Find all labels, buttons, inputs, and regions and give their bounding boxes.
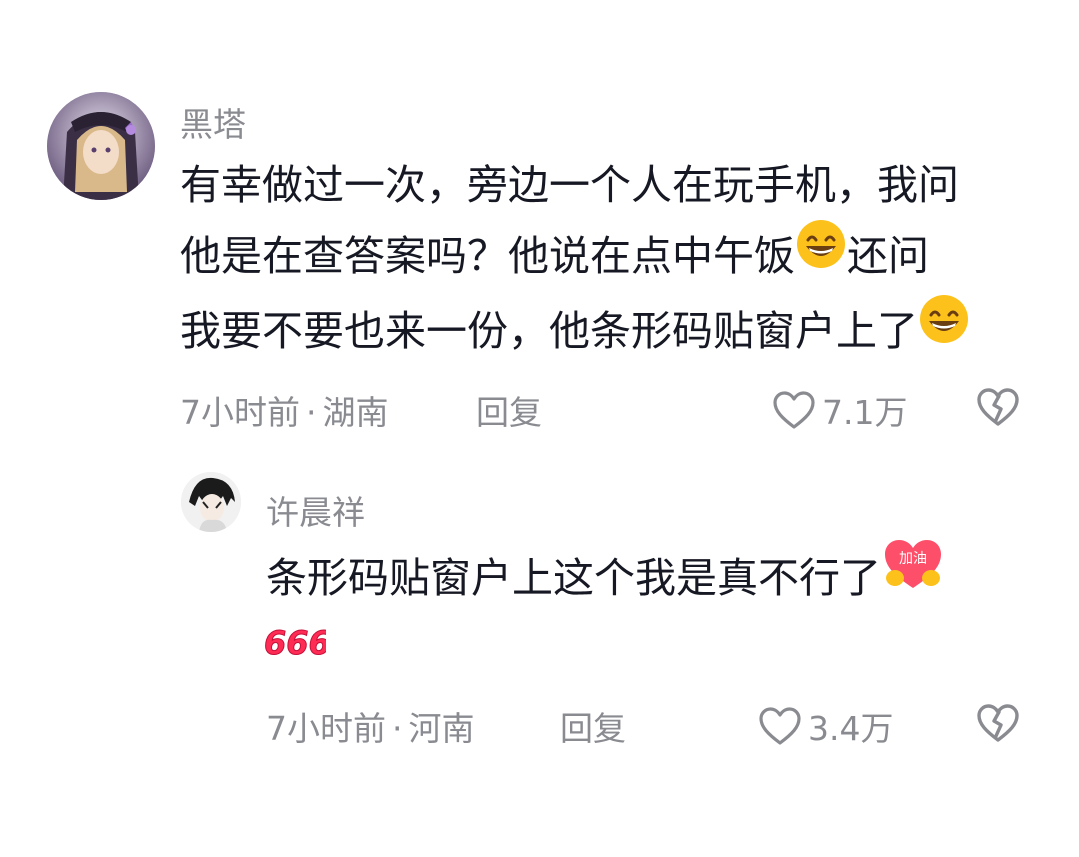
separator: · bbox=[306, 393, 317, 432]
dislike-button[interactable] bbox=[975, 386, 1021, 432]
comment-line: 有幸做过一次，旁边一个人在玩手机，我问 bbox=[180, 161, 959, 209]
location: 湖南 bbox=[322, 393, 389, 432]
dislike-button[interactable] bbox=[975, 702, 1021, 748]
grinning-face-icon bbox=[918, 293, 970, 367]
reply-button[interactable]: 回复 bbox=[560, 702, 626, 750]
svg-text:666: 666 bbox=[264, 624, 326, 662]
grinning-face-icon bbox=[795, 218, 847, 292]
jiayou-sticker-icon: 加油 bbox=[881, 536, 945, 614]
username[interactable]: 黑塔 bbox=[180, 98, 246, 146]
comment-line: 他是在查答案吗？他说在点中午饭 还问 bbox=[180, 218, 970, 296]
avatar[interactable] bbox=[47, 92, 155, 200]
heart-outline-icon bbox=[759, 707, 801, 745]
location: 河南 bbox=[408, 709, 475, 748]
heart-outline-icon bbox=[773, 391, 815, 429]
comment-meta: 7小时前 · 河南 bbox=[266, 702, 475, 750]
avatar-image bbox=[181, 472, 241, 532]
avatar[interactable] bbox=[181, 472, 241, 532]
svg-text:加油: 加油 bbox=[899, 551, 927, 567]
timestamp: 7小时前 bbox=[180, 393, 300, 432]
comment-text: 条形码贴窗户上这个我是真不行了 加油 bbox=[266, 540, 945, 620]
username[interactable]: 许晨祥 bbox=[266, 486, 365, 534]
broken-heart-icon bbox=[977, 388, 1019, 426]
like-button[interactable]: 3.4万 bbox=[758, 702, 893, 750]
separator: · bbox=[392, 709, 403, 748]
broken-heart-icon bbox=[977, 704, 1019, 742]
comment-line: 条形码贴窗户上这个我是真不行了 加油 bbox=[266, 540, 945, 620]
sticker-666: 666 bbox=[262, 622, 332, 666]
comment-item: 黑塔 有幸做过一次，旁边一个人在玩手机，我问 他是在查答案吗？他说在点中午饭 还… bbox=[0, 0, 1079, 450]
reply-comment-item: 许晨祥 条形码贴窗户上这个我是真不行了 加油 666 7小时前 · 河南 回复 3.… bbox=[0, 450, 1079, 770]
comment-line: 我要不要也来一份，他条形码贴窗户上了 bbox=[180, 293, 970, 371]
like-button[interactable]: 7.1万 bbox=[772, 386, 907, 434]
comment-meta: 7小时前 · 湖南 bbox=[180, 386, 389, 434]
comment-text: 有幸做过一次，旁边一个人在玩手机，我问 他是在查答案吗？他说在点中午饭 还问 我… bbox=[180, 150, 970, 371]
like-count: 7.1万 bbox=[822, 393, 908, 432]
timestamp: 7小时前 bbox=[266, 709, 386, 748]
like-count: 3.4万 bbox=[808, 709, 894, 748]
avatar-image bbox=[47, 92, 155, 200]
reply-button[interactable]: 回复 bbox=[476, 386, 542, 434]
